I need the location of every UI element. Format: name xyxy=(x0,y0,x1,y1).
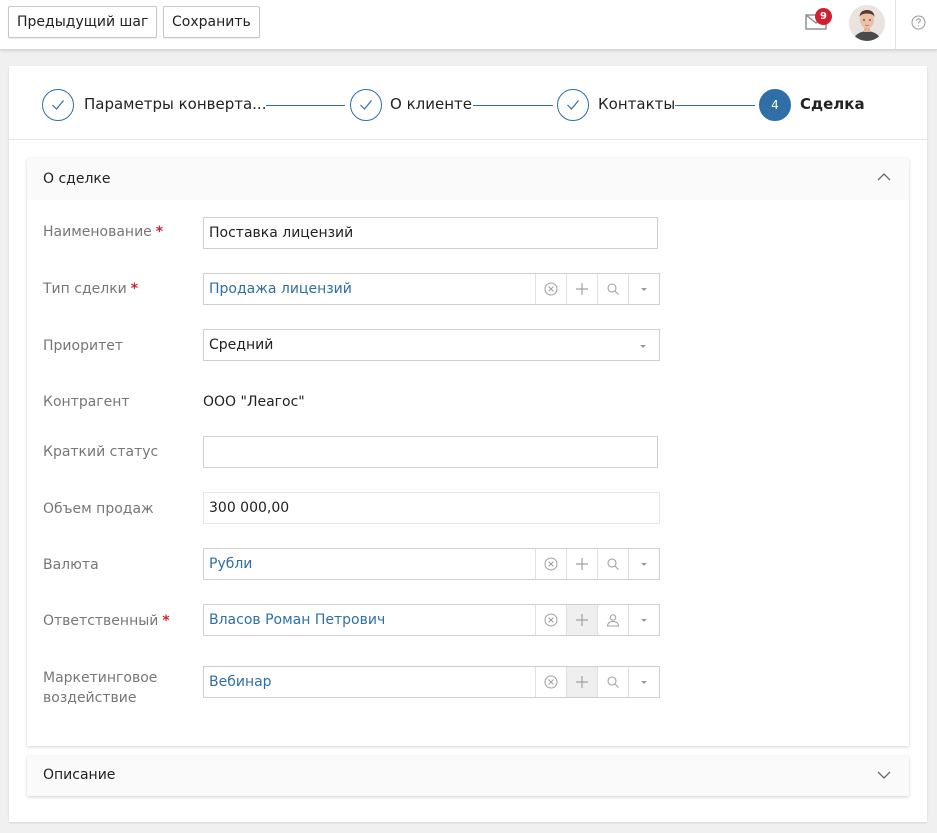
name-input[interactable]: Поставка лицензий xyxy=(203,217,658,249)
chevron-up-icon[interactable] xyxy=(877,173,891,181)
step-3-label[interactable]: Контакты xyxy=(598,95,675,113)
deal-section-title: О сделке xyxy=(43,171,111,187)
name-label: Наименование * xyxy=(43,224,164,240)
help-icon[interactable] xyxy=(911,15,926,30)
add-button[interactable] xyxy=(566,667,597,697)
top-toolbar: Предыдущий шаг Сохранить 9 xyxy=(0,0,937,50)
description-section-header[interactable]: Описание xyxy=(27,756,909,796)
mail-count-badge: 9 xyxy=(815,8,832,25)
wizard-card: Параметры конверта... О клиенте Контакты… xyxy=(9,66,927,822)
select-user-button[interactable] xyxy=(597,605,628,635)
marketing-lookup[interactable]: Вебинар xyxy=(203,666,660,698)
add-button[interactable] xyxy=(566,549,597,579)
search-button[interactable] xyxy=(597,667,628,697)
responsible-value: Власов Роман Петрович xyxy=(209,612,386,628)
add-button[interactable] xyxy=(566,605,597,635)
priority-label: Приоритет xyxy=(43,338,123,354)
dropdown-button[interactable] xyxy=(628,605,659,635)
clear-button[interactable] xyxy=(535,605,566,635)
user-avatar[interactable] xyxy=(849,5,885,41)
search-icon xyxy=(607,283,619,295)
deal-type-lookup[interactable]: Продажа лицензий xyxy=(203,273,660,305)
save-button[interactable]: Сохранить xyxy=(163,6,260,38)
step-1-done-icon[interactable] xyxy=(42,89,74,121)
plus-icon xyxy=(576,676,588,688)
search-button[interactable] xyxy=(597,549,628,579)
counterparty-label: Контрагент xyxy=(43,394,130,410)
clear-circle-icon xyxy=(544,613,558,627)
step-4-active-number[interactable]: 4 xyxy=(759,89,791,121)
dropdown-button[interactable] xyxy=(628,549,659,579)
short-status-input[interactable] xyxy=(203,436,658,468)
deal-section-header[interactable]: О сделке xyxy=(27,158,909,200)
priority-value: Средний xyxy=(209,337,274,353)
dropdown-button[interactable] xyxy=(628,667,659,697)
currency-label: Валюта xyxy=(43,557,99,573)
marketing-value: Вебинар xyxy=(209,674,272,690)
clear-circle-icon xyxy=(544,282,558,296)
plus-icon xyxy=(576,614,588,626)
step-2-done-icon[interactable] xyxy=(350,89,382,121)
toolbar-divider xyxy=(895,0,896,50)
description-section-title: Описание xyxy=(43,767,116,783)
step-4-label[interactable]: Сделка xyxy=(800,95,865,113)
plus-icon xyxy=(576,558,588,570)
search-icon xyxy=(607,676,619,688)
caret-down-icon xyxy=(641,619,647,622)
plus-icon xyxy=(576,283,588,295)
description-section: Описание xyxy=(27,756,909,796)
dropdown-button[interactable] xyxy=(628,274,659,304)
responsible-lookup[interactable]: Власов Роман Петрович xyxy=(203,604,660,636)
user-icon xyxy=(606,614,620,627)
chevron-down-icon[interactable] xyxy=(877,771,891,779)
priority-select[interactable]: Средний xyxy=(203,329,660,361)
currency-lookup[interactable]: Рубли xyxy=(203,548,660,580)
step-connector xyxy=(473,105,553,106)
currency-value: Рубли xyxy=(209,556,253,572)
deal-section: О сделке Наименование * Поставка лицензий… xyxy=(27,158,909,746)
deal-type-label: Тип сделки * xyxy=(43,281,139,297)
clear-circle-icon xyxy=(544,675,558,689)
add-button[interactable] xyxy=(566,274,597,304)
sales-volume-label: Объем продаж xyxy=(43,501,154,517)
caret-down-icon xyxy=(641,288,647,291)
caret-down-icon xyxy=(640,345,646,348)
caret-down-icon xyxy=(641,563,647,566)
deal-type-value: Продажа лицензий xyxy=(209,281,352,297)
previous-step-button[interactable]: Предыдущий шаг xyxy=(8,6,158,38)
marketing-label: Маркетинговое воздействие xyxy=(43,670,158,706)
step-3-done-icon[interactable] xyxy=(557,89,589,121)
clear-button[interactable] xyxy=(535,274,566,304)
search-icon xyxy=(607,558,619,570)
step-connector xyxy=(675,105,755,106)
clear-button[interactable] xyxy=(535,667,566,697)
step-connector xyxy=(266,105,345,106)
short-status-label: Краткий статус xyxy=(43,444,159,460)
responsible-label: Ответственный * xyxy=(43,613,170,629)
clear-circle-icon xyxy=(544,557,558,571)
step-2-label[interactable]: О клиенте xyxy=(390,95,472,113)
counterparty-value: ООО "Леагос" xyxy=(203,394,305,410)
search-button[interactable] xyxy=(597,274,628,304)
wizard-steps: Параметры конверта... О клиенте Контакты… xyxy=(9,66,927,140)
step-1-label[interactable]: Параметры конверта... xyxy=(84,95,266,113)
sales-volume-input[interactable]: 300 000,00 xyxy=(203,492,660,524)
caret-down-icon xyxy=(641,681,647,684)
clear-button[interactable] xyxy=(535,549,566,579)
